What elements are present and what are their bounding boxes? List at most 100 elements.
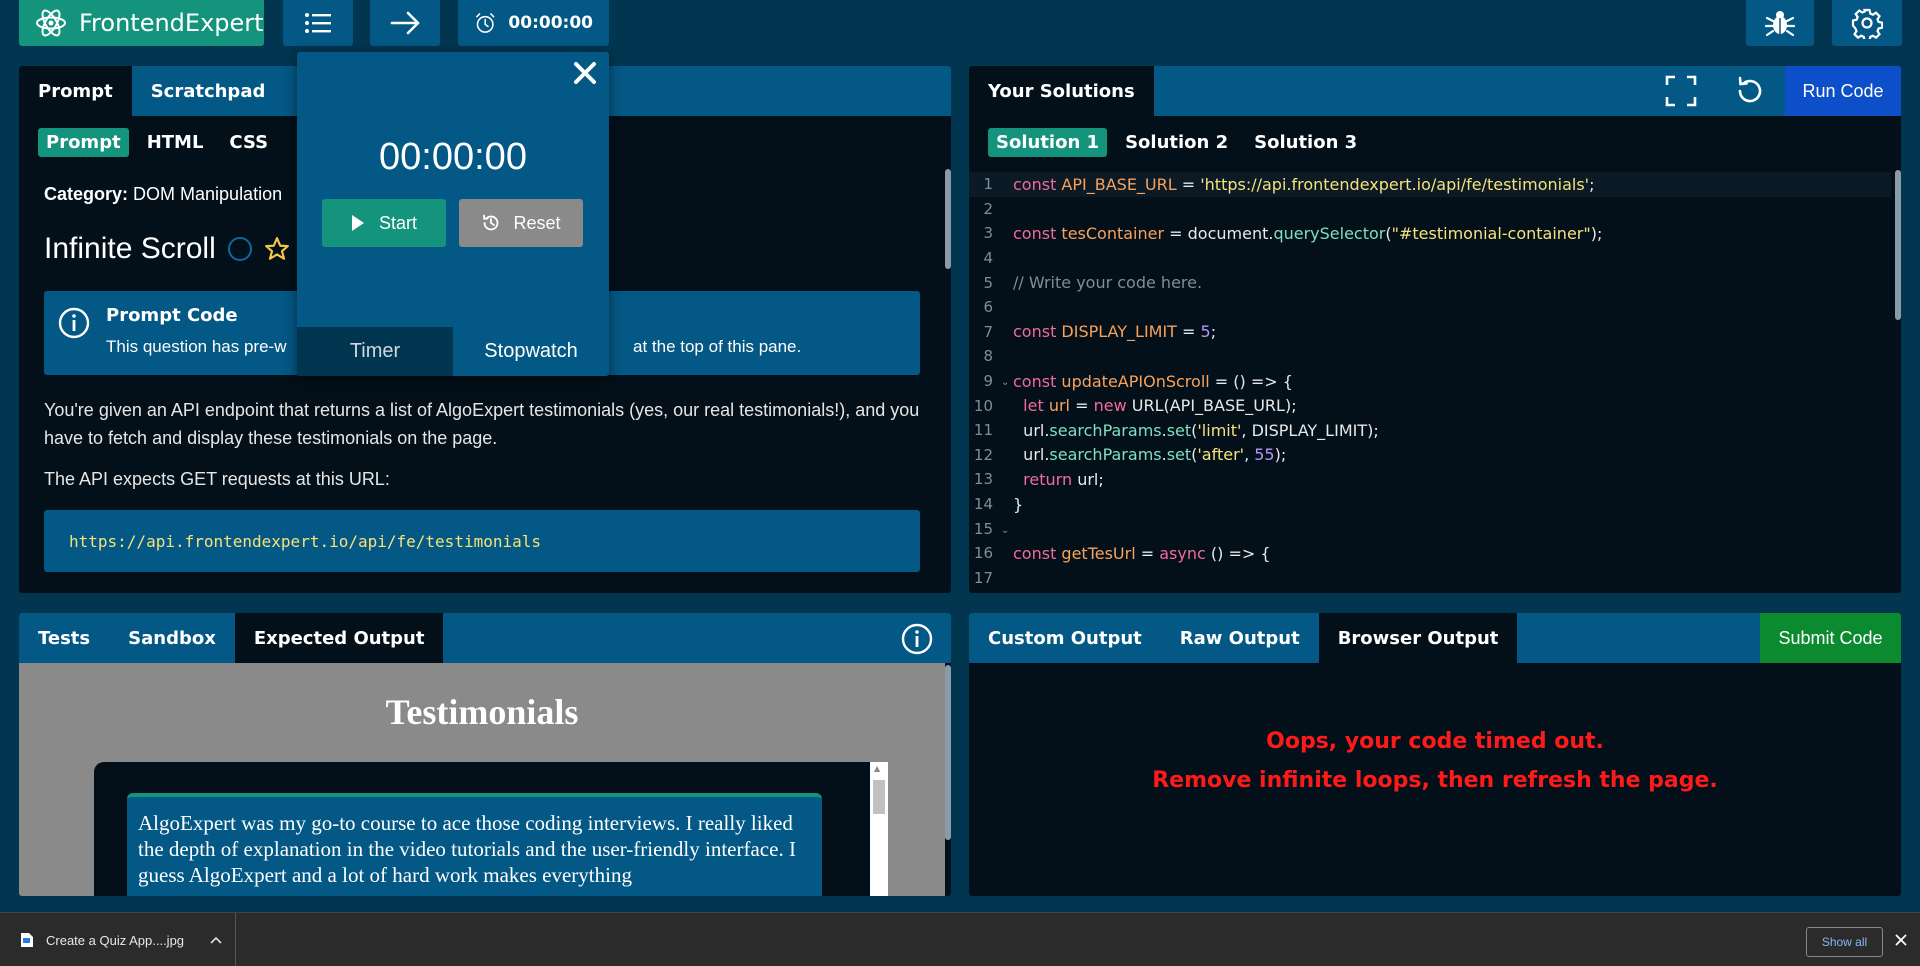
atom-icon <box>36 9 66 37</box>
stopwatch-icon <box>476 13 495 33</box>
code-line: 6 <box>969 295 1891 320</box>
code-line: 8 <box>969 344 1891 369</box>
url-code-block: https://api.frontendexpert.io/api/fe/tes… <box>44 510 920 572</box>
testimonial-container: AlgoExpert was my go-to course to ace th… <box>94 762 888 896</box>
subtab-solution-2[interactable]: Solution 2 <box>1117 128 1236 157</box>
code-line: 10 let url = new URL(API_BASE_URL); <box>969 393 1891 418</box>
info-icon <box>58 307 90 339</box>
reset-code-icon[interactable] <box>1733 74 1767 108</box>
solution-subtabs: Solution 1 Solution 2 Solution 3 <box>969 116 1901 168</box>
line-number: 5 <box>983 273 993 292</box>
infobox-text-end: at the top of this pane. <box>633 337 802 356</box>
code-line: 16 const getTesUrl = async () => { <box>969 541 1891 566</box>
tab-sandbox[interactable]: Sandbox <box>109 613 235 663</box>
subtab-html[interactable]: HTML <box>139 128 212 157</box>
download-item[interactable]: Create a Quiz App....jpg <box>0 913 236 966</box>
brand-name: FrontendExpert <box>79 9 264 37</box>
code-line: 15 <box>969 516 1891 541</box>
title-row: Infinite Scroll <box>44 232 290 266</box>
code-line: 14} <box>969 492 1891 517</box>
reset-button[interactable]: Reset <box>459 199 583 247</box>
solutions-panel: Your Solutions Run Code Solution 1 Solut… <box>969 66 1901 593</box>
gear-icon <box>1851 8 1883 39</box>
tab-tests[interactable]: Tests <box>19 613 109 663</box>
code-line: 11 url. searchParams. set('limit', DISPLAY… <box>969 418 1891 443</box>
tests-scrollbar[interactable] <box>945 665 951 840</box>
close-icon[interactable] <box>1895 934 1907 946</box>
start-button[interactable]: Start <box>322 199 446 247</box>
close-icon[interactable] <box>572 60 598 86</box>
bug-icon <box>1764 11 1796 37</box>
line-number: 17 <box>973 568 993 587</box>
testimonials-heading: Testimonials <box>385 692 579 732</box>
category-line: Category: DOM Manipulation <box>44 184 282 205</box>
infobox-text-start: This question has pre-w <box>106 337 287 356</box>
play-icon <box>351 215 364 231</box>
subtab-solution-1[interactable]: Solution 1 <box>988 127 1108 157</box>
line-number: 6 <box>983 298 993 317</box>
category-label: Category: <box>44 184 129 204</box>
output-panel: Custom Output Raw Output Browser Output … <box>969 613 1901 896</box>
submit-code-button[interactable]: Submit Code <box>1760 613 1901 663</box>
line-number: 1 <box>983 175 993 194</box>
question-list-button[interactable] <box>283 0 353 46</box>
timer-toggle-button[interactable]: 00:00:00 <box>458 0 609 46</box>
download-file-name: Create a Quiz App....jpg <box>46 932 185 948</box>
prompt-paragraph-1: You're given an API endpoint that return… <box>44 400 920 448</box>
code-line: 9 const updateAPIOnScroll = () => { <box>969 369 1891 394</box>
inner-scrollbar[interactable]: ▲ <box>870 762 888 896</box>
code-editor[interactable]: 1 const API_BASE_URL = 'https://api.front… <box>969 172 1891 590</box>
line-number: 8 <box>983 347 993 366</box>
tab-raw-output[interactable]: Raw Output <box>1161 613 1319 663</box>
api-url: https://api.frontendexpert.io/api/fe/tes… <box>69 531 542 551</box>
tab-your-solutions[interactable]: Your Solutions <box>969 66 1154 116</box>
run-code-button[interactable]: Run Code <box>1785 66 1901 116</box>
reset-button-label: Reset <box>513 212 561 233</box>
timer-popup: 00:00:00 Start Reset Timer Stopwatch <box>297 52 609 376</box>
line-number: 16 <box>973 544 993 563</box>
timer-mode-tab[interactable]: Timer <box>297 327 453 376</box>
line-number: 13 <box>973 470 993 489</box>
expected-output-frame: Testimonials AlgoExpert was my go-to cou… <box>19 663 945 896</box>
testimonial-card: AlgoExpert was my go-to course to ace th… <box>127 793 822 896</box>
info-icon[interactable] <box>901 623 933 655</box>
stopwatch-mode-tab[interactable]: Stopwatch <box>453 327 609 376</box>
line-number: 7 <box>983 322 993 341</box>
tab-browser-output[interactable]: Browser Output <box>1318 613 1518 663</box>
code-line: 17 <box>969 566 1891 591</box>
subtab-solution-3[interactable]: Solution 3 <box>1246 128 1365 157</box>
line-number: 3 <box>983 224 993 243</box>
star-icon[interactable] <box>264 236 290 262</box>
subtab-prompt[interactable]: Prompt <box>38 127 129 157</box>
history-icon <box>483 214 499 231</box>
chevron-up-icon[interactable] <box>210 936 222 944</box>
completion-circle-icon[interactable] <box>227 237 252 261</box>
settings-button[interactable] <box>1832 0 1902 46</box>
code-line: 5// Write your code here. <box>969 270 1891 295</box>
infobox-title: Prompt Code <box>106 305 238 326</box>
tab-prompt[interactable]: Prompt <box>19 66 132 116</box>
tab-scratchpad[interactable]: Scratchpad <box>132 66 285 116</box>
tests-tabbar: Tests Sandbox Expected Output <box>19 613 951 663</box>
line-number: 10 <box>973 396 993 415</box>
top-bar: FrontendExpert 00:00:00 <box>0 0 1920 56</box>
tab-expected-output[interactable]: Expected Output <box>234 613 444 663</box>
next-question-button[interactable] <box>370 0 440 46</box>
tab-custom-output[interactable]: Custom Output <box>969 613 1161 663</box>
subtab-css[interactable]: CSS <box>221 128 276 157</box>
prompt-scrollbar[interactable] <box>945 169 951 269</box>
bug-report-button[interactable] <box>1746 0 1814 46</box>
code-line: 1 const API_BASE_URL = 'https://api.front… <box>969 172 1891 197</box>
fold-chevron-icon[interactable]: ⌄ <box>1001 525 1009 536</box>
show-all-button[interactable]: Show all <box>1806 927 1883 957</box>
question-title: Infinite Scroll <box>44 232 216 265</box>
list-icon <box>305 13 331 33</box>
code-line: 7 const DISPLAY_LIMIT = 5; <box>969 320 1891 345</box>
brand-logo[interactable]: FrontendExpert <box>19 0 264 46</box>
fold-chevron-icon[interactable]: ⌄ <box>1001 377 1009 388</box>
line-number: 14 <box>973 495 993 514</box>
code-scrollbar[interactable] <box>1895 170 1901 320</box>
fullscreen-icon[interactable] <box>1664 74 1698 108</box>
line-number: 2 <box>983 199 993 218</box>
code-line: 3 const tesContainer = document. querySele… <box>969 221 1891 246</box>
